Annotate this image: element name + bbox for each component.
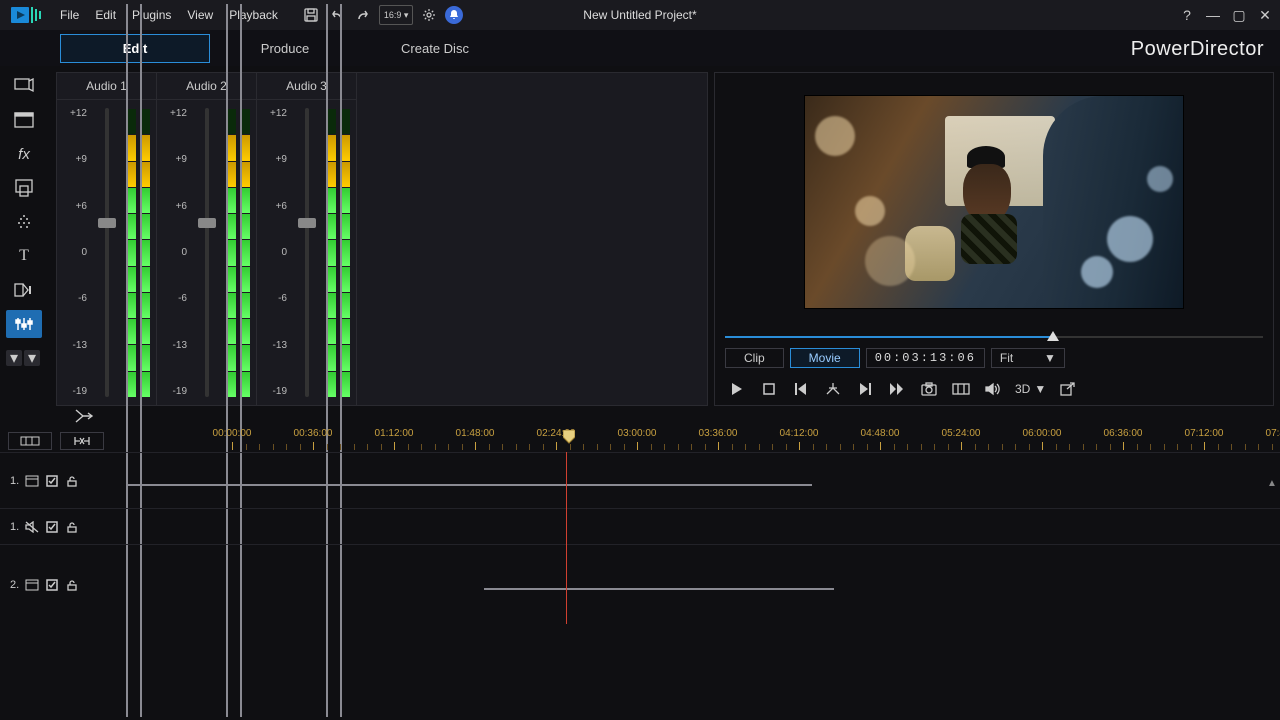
brand-label: PowerDirector — [1131, 38, 1264, 61]
room-sidebar: fx T ▾ ▾ — [6, 72, 50, 406]
audio-fader-2[interactable] — [191, 104, 222, 401]
chevron-down-icon: ▼ — [1044, 351, 1056, 365]
snapshot-icon[interactable] — [919, 379, 939, 399]
audio-scale: +12+9+60-6-13-19 — [163, 104, 187, 401]
media-room-icon[interactable] — [6, 72, 42, 100]
audio-meter-3-r — [340, 108, 350, 397]
track-video-2: 2. Lens Flare 1 — [0, 544, 1280, 624]
playhead-marker-icon[interactable] — [563, 430, 575, 444]
preview-movie-button[interactable]: Movie — [790, 348, 860, 368]
step-icon[interactable] — [823, 379, 843, 399]
settings-icon[interactable] — [419, 5, 439, 25]
stop-icon[interactable] — [759, 379, 779, 399]
3d-button[interactable]: 3D ▼ — [1015, 379, 1046, 399]
project-title: New Untitled Project* — [583, 8, 696, 22]
help-icon[interactable]: ? — [1178, 6, 1196, 24]
next-frame-icon[interactable] — [855, 379, 875, 399]
audio-track-1: Audio 1 +12+9+60-6-13-19 — [57, 73, 157, 405]
maximize-button[interactable]: ▢ — [1230, 6, 1248, 24]
undo-icon[interactable] — [327, 5, 347, 25]
timeline-toolbar — [0, 406, 1280, 430]
timeline-scrollbar[interactable]: ▲ — [1268, 478, 1278, 720]
minimize-button[interactable]: — — [1204, 6, 1222, 24]
undock-icon[interactable] — [1058, 379, 1078, 399]
redo-icon[interactable] — [353, 5, 373, 25]
menu-plugins[interactable]: Plugins — [124, 4, 179, 26]
track-number: 1. — [10, 521, 19, 533]
seek-thumb-icon[interactable] — [1047, 331, 1059, 343]
clip-lens-flare-1[interactable]: Lens Flare 1 — [484, 588, 834, 590]
notification-icon[interactable] — [445, 6, 463, 24]
menu-file[interactable]: File — [52, 4, 87, 26]
particle-room-icon[interactable] — [6, 174, 42, 202]
mode-produce[interactable]: Produce — [210, 35, 360, 62]
aspect-ratio-icon[interactable]: 16:9 ▾ — [379, 5, 414, 25]
fast-forward-icon[interactable] — [887, 379, 907, 399]
preview-clip-button[interactable]: Clip — [725, 348, 784, 368]
save-icon[interactable] — [301, 5, 321, 25]
audio-mixing-panel: Audio 1 +12+9+60-6-13-19 Audio 2 +12+9+6… — [56, 72, 708, 406]
timeline: 00:00:0000:36:0001:12:0001:48:0002:24:00… — [0, 430, 1280, 624]
spray-room-icon[interactable] — [6, 208, 42, 236]
audio-scale: +12+9+60-6-13-19 — [263, 104, 287, 401]
audio-track-3: Audio 3 +12+9+60-6-13-19 — [257, 73, 357, 405]
play-icon[interactable] — [727, 379, 747, 399]
clip-label: Travel 01 — [247, 485, 304, 486]
preview-image — [804, 95, 1184, 309]
clip-label: Lens Flare 1 — [605, 589, 678, 590]
track-video-1: 1. Travel 01 — [0, 452, 1280, 508]
room-expand-icon[interactable]: ▾ — [24, 350, 40, 366]
audio-meter-2-r — [240, 108, 250, 397]
title-room-icon[interactable]: T — [6, 242, 42, 270]
timecode-display[interactable]: 00:03:13:06 — [866, 348, 985, 368]
audio-fader-1[interactable] — [91, 104, 122, 401]
menu-playback[interactable]: Playback — [221, 4, 286, 26]
preview-panel: Clip Movie 00:03:13:06 Fit▼ 3D ▼ — [714, 72, 1274, 406]
volume-icon[interactable] — [983, 379, 1003, 399]
audio-meter-3-l — [326, 108, 336, 397]
audio-fader-3[interactable] — [291, 104, 322, 401]
audio-mixing-room-icon[interactable] — [6, 310, 42, 338]
mode-edit[interactable]: Edit — [60, 34, 210, 63]
audio-scale: +12+9+60-6-13-19 — [63, 104, 87, 401]
seek-bar[interactable] — [725, 331, 1263, 343]
mode-create-disc[interactable]: Create Disc — [360, 35, 510, 62]
timeline-view-icon[interactable] — [8, 432, 52, 450]
audio-meter-1-l — [126, 108, 136, 397]
menu-edit[interactable]: Edit — [87, 4, 124, 26]
audio-track-icon[interactable] — [25, 520, 39, 534]
scroll-up-icon[interactable]: ▲ — [1267, 478, 1277, 489]
track-audio-1: 1. — [0, 508, 1280, 544]
track-visible-icon[interactable] — [45, 578, 59, 592]
close-button[interactable]: ✕ — [1256, 6, 1274, 24]
split-clip-icon[interactable] — [74, 408, 94, 429]
track-lock-icon[interactable] — [65, 578, 79, 592]
video-track-icon[interactable] — [25, 578, 39, 592]
menu-view[interactable]: View — [179, 4, 221, 26]
video-track-icon[interactable] — [25, 474, 39, 488]
prev-frame-icon[interactable] — [791, 379, 811, 399]
menubar: File Edit Plugins View Playback 16:9 ▾ N… — [0, 0, 1280, 30]
preview-zoom-select[interactable]: Fit▼ — [991, 348, 1065, 368]
audio-meter-2-l — [226, 108, 236, 397]
clip-travel-01[interactable]: Travel 01 — [128, 484, 812, 486]
track-lock-icon[interactable] — [65, 520, 79, 534]
track-number: 1. — [10, 475, 19, 487]
track-number: 2. — [10, 579, 19, 591]
display-options-icon[interactable] — [951, 379, 971, 399]
fx-room-icon[interactable]: fx — [6, 140, 42, 168]
transition-room-icon[interactable] — [6, 276, 42, 304]
track-lock-icon[interactable] — [65, 474, 79, 488]
timeline-snap-icon[interactable] — [60, 432, 104, 450]
audio-track-2: Audio 2 +12+9+60-6-13-19 — [157, 73, 257, 405]
pip-room-icon[interactable] — [6, 106, 42, 134]
track-visible-icon[interactable] — [45, 474, 59, 488]
audio-meter-1-r — [140, 108, 150, 397]
mode-bar: Edit Produce Create Disc — [0, 30, 1280, 66]
room-collapse-icon[interactable]: ▾ — [6, 350, 22, 366]
track-visible-icon[interactable] — [45, 520, 59, 534]
app-logo — [6, 4, 46, 26]
